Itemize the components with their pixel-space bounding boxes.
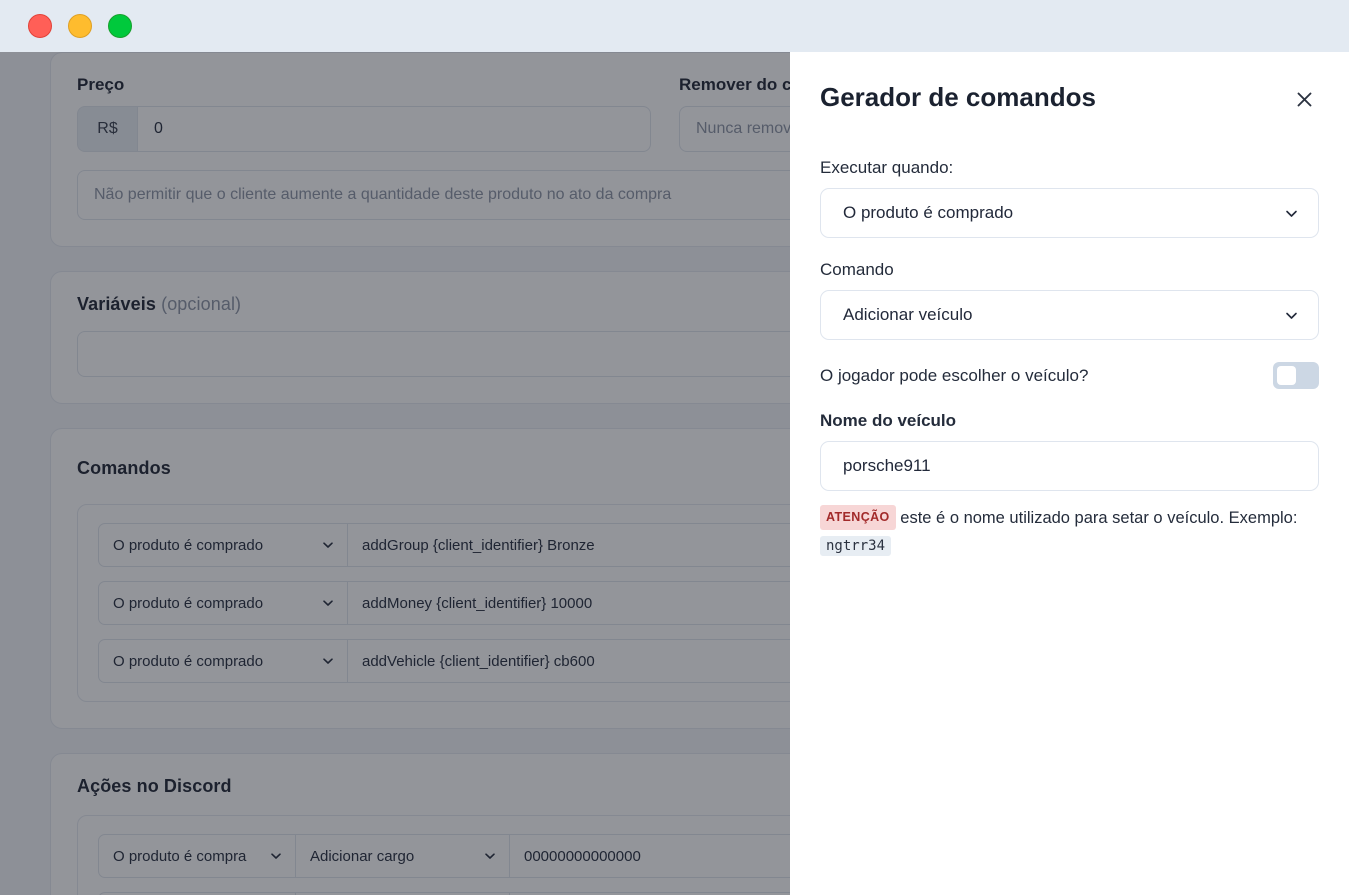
panel-title: Gerador de comandos <box>820 82 1096 112</box>
vehicle-name-input[interactable]: porsche911 <box>820 441 1319 491</box>
window-titlebar <box>0 0 1349 52</box>
close-icon[interactable] <box>1289 84 1319 114</box>
vehicle-name-label: Nome do veículo <box>820 411 957 430</box>
vehicle-name-hint-text: este é o nome utilizado para setar o veí… <box>900 509 1298 527</box>
chevron-down-icon <box>1283 205 1300 222</box>
zoom-dot[interactable] <box>108 14 132 38</box>
player-choose-vehicle-row: O jogador pode escolher o veículo? <box>820 362 1319 389</box>
chevron-down-icon <box>1283 307 1300 324</box>
status-badge: ATENÇÃO <box>820 505 896 530</box>
player-choose-vehicle-toggle[interactable] <box>1273 362 1319 389</box>
toggle-knob <box>1277 366 1296 385</box>
command-select[interactable]: Adicionar veículo <box>820 290 1319 340</box>
vehicle-name-hint: ATENÇÃO este é o nome utilizado para set… <box>820 505 1319 559</box>
vehicle-name-example-code: ngtrr34 <box>820 536 892 557</box>
command-generator-panel: Gerador de comandos Executar quando: O p… <box>790 52 1349 895</box>
execute-when-label: Executar quando: <box>820 158 954 177</box>
player-choose-vehicle-label: O jogador pode escolher o veículo? <box>820 365 1089 385</box>
command-label: Comando <box>820 260 894 279</box>
execute-when-value: O produto é comprado <box>843 203 1014 222</box>
close-dot[interactable] <box>28 14 52 38</box>
minimize-dot[interactable] <box>68 14 92 38</box>
command-value: Adicionar veículo <box>843 305 973 324</box>
execute-when-select[interactable]: O produto é comprado <box>820 188 1319 238</box>
